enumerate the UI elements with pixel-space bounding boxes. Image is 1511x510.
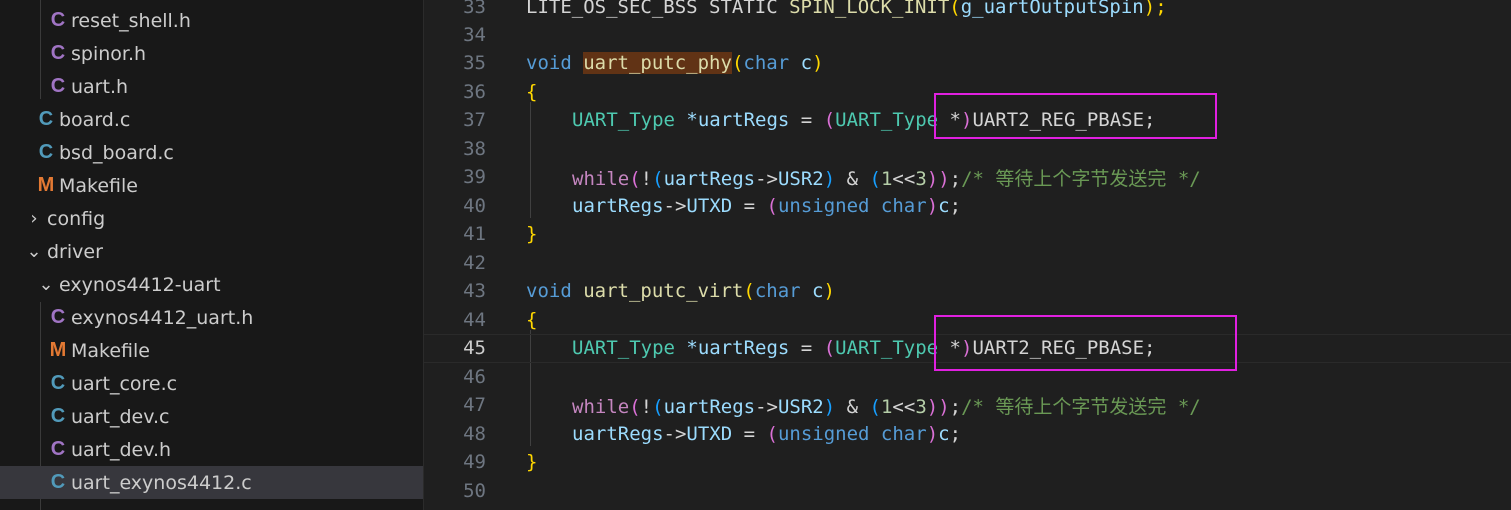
tree-item-exynos4412-uart-h[interactable]: C exynos4412_uart.h	[0, 301, 423, 334]
c-header-icon: C	[50, 42, 66, 64]
code-text: void uart_putc_phy(char c)	[526, 52, 824, 75]
code-text: LITE_OS_SEC_BSS STATIC SPIN_LOCK_INIT(g_…	[526, 0, 1167, 19]
tree-item-label: exynos4412_uart.h	[71, 306, 254, 329]
line-number: 35	[463, 52, 486, 75]
line-number: 47	[463, 394, 486, 417]
tree-item-board-c[interactable]: C board.c	[0, 103, 423, 136]
code-editor[interactable]: 33 LITE_OS_SEC_BSS STATIC SPIN_LOCK_INIT…	[424, 0, 1511, 510]
tree-item-reset-shell-h[interactable]: C reset_shell.h	[0, 4, 423, 37]
line-number: 48	[463, 423, 486, 446]
code-text: }	[526, 451, 538, 474]
line-number: 33	[463, 0, 486, 19]
line-number: 36	[463, 81, 486, 104]
code-line[interactable]: 49 }	[424, 448, 1511, 477]
tree-item-label: uart_dev.c	[71, 405, 170, 428]
code-line[interactable]: 35 void uart_putc_phy(char c)	[424, 49, 1511, 78]
tree-item-uart-exynos4412-c[interactable]: C uart_exynos4412.c	[0, 466, 423, 499]
line-number: 40	[463, 195, 486, 218]
tree-item-label: bsd_board.c	[59, 141, 174, 164]
line-number: 46	[463, 366, 486, 389]
tree-item-label: uart_core.c	[71, 372, 178, 395]
line-number-active: 45	[463, 337, 486, 360]
c-source-icon: C	[50, 372, 66, 394]
highlight-box	[934, 315, 1237, 371]
line-number: 44	[463, 309, 486, 332]
tree-item-uart-dev-h[interactable]: C uart_dev.h	[0, 433, 423, 466]
tree-item-bsd-board-c[interactable]: C bsd_board.c	[0, 136, 423, 169]
chevron-right-icon: ›	[30, 208, 38, 229]
tree-item-label: board.c	[59, 108, 131, 131]
tree-item-label: reset_shell.h	[71, 9, 191, 32]
code-line[interactable]: 42	[424, 249, 1511, 278]
c-source-icon: C	[50, 471, 66, 493]
code-text: }	[526, 223, 538, 246]
tree-item-label: uart_exynos4412.c	[71, 471, 252, 494]
c-header-icon: C	[50, 306, 66, 328]
tree-folder-driver[interactable]: ⌄ driver	[0, 235, 423, 268]
explorer-sidebar: C reset_shell.h C spinor.h C uart.h C bo…	[0, 0, 424, 510]
tree-item-uart-h[interactable]: C uart.h	[0, 70, 423, 103]
line-number: 41	[463, 223, 486, 246]
c-header-icon: C	[50, 9, 66, 31]
code-text: uartRegs->UTXD = (unsigned char)c;	[572, 423, 962, 446]
tree-item-spinor-h[interactable]: C spinor.h	[0, 37, 423, 70]
line-number: 50	[463, 480, 486, 503]
tree-item-makefile[interactable]: M Makefile	[0, 169, 423, 202]
c-header-icon: C	[50, 438, 66, 460]
code-line[interactable]: 33 LITE_OS_SEC_BSS STATIC SPIN_LOCK_INIT…	[424, 0, 1511, 22]
line-number: 42	[463, 252, 486, 275]
tree-item-label: config	[47, 207, 106, 230]
tree-item-label: spinor.h	[71, 42, 147, 65]
tree-item-label: Makefile	[71, 339, 150, 362]
code-line[interactable]: 39 while(!(uartRegs->USR2) & (1<<3));/* …	[424, 163, 1511, 192]
code-line[interactable]: 47 while(!(uartRegs->USR2) & (1<<3));/* …	[424, 391, 1511, 420]
code-text: uartRegs->UTXD = (unsigned char)c;	[572, 195, 962, 218]
tree-item-label: Makefile	[59, 174, 138, 197]
tree-item-label: uart_dev.h	[71, 438, 172, 461]
chevron-down-icon: ⌄	[38, 274, 54, 295]
chevron-down-icon: ⌄	[26, 241, 42, 262]
line-number: 38	[463, 138, 486, 161]
c-source-icon: C	[50, 405, 66, 427]
code-line[interactable]: 41 }	[424, 220, 1511, 249]
tree-item-makefile-2[interactable]: M Makefile	[0, 334, 423, 367]
line-number: 49	[463, 451, 486, 474]
tree-item-uart-core-c[interactable]: C uart_core.c	[0, 367, 423, 400]
line-number: 39	[463, 166, 486, 189]
c-header-icon: C	[50, 75, 66, 97]
makefile-icon: M	[37, 174, 55, 196]
code-text: {	[526, 309, 538, 332]
line-number: 37	[463, 109, 486, 132]
code-line[interactable]: 48 uartRegs->UTXD = (unsigned char)c;	[424, 420, 1511, 449]
tree-item-label: exynos4412-uart	[59, 273, 221, 296]
code-line[interactable]: 40 uartRegs->UTXD = (unsigned char)c;	[424, 192, 1511, 221]
code-text: {	[526, 81, 538, 104]
makefile-icon: M	[49, 339, 67, 361]
line-number: 34	[463, 24, 486, 47]
code-text: while(!(uartRegs->USR2) & (1<<3));/* 等待上…	[572, 167, 1201, 190]
tree-item-uart-dev-c[interactable]: C uart_dev.c	[0, 400, 423, 433]
code-line[interactable]: 34	[424, 21, 1511, 50]
code-text: while(!(uartRegs->USR2) & (1<<3));/* 等待上…	[572, 395, 1201, 418]
line-number: 43	[463, 280, 486, 303]
highlight-box	[934, 93, 1217, 139]
tree-folder-config[interactable]: › config	[0, 202, 423, 235]
code-line[interactable]: 50	[424, 477, 1511, 506]
code-line[interactable]: 38	[424, 135, 1511, 164]
code-text: void uart_putc_virt(char c)	[526, 280, 835, 303]
code-line[interactable]: 43 void uart_putc_virt(char c)	[424, 277, 1511, 306]
tree-item-label: driver	[47, 240, 103, 263]
tree-item-label: uart.h	[71, 75, 129, 98]
tree-folder-exynos4412-uart[interactable]: ⌄ exynos4412-uart	[0, 268, 423, 301]
c-source-icon: C	[38, 141, 54, 163]
c-source-icon: C	[38, 108, 54, 130]
